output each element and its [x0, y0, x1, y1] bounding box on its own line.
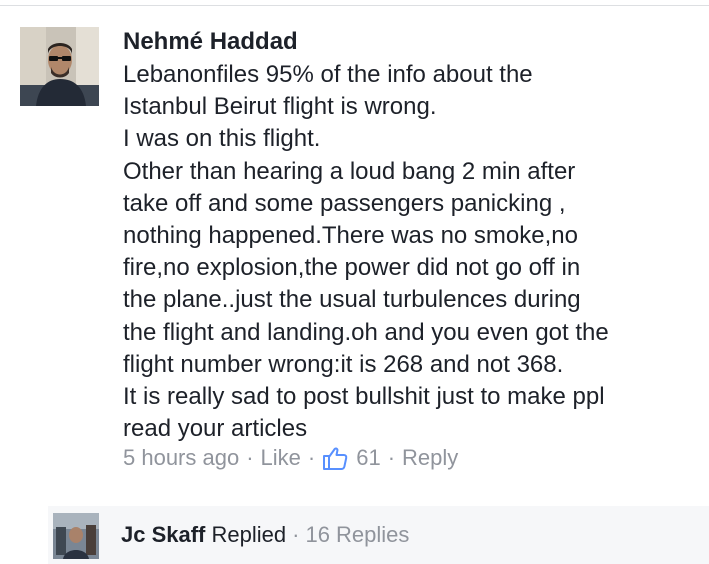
replies-count-link[interactable]: 16 Replies [305, 522, 409, 547]
comment-text-line: It is really sad to post bullshit just t… [123, 383, 605, 411]
like-button[interactable]: Like [261, 445, 301, 471]
comment-text-line: flight number wrong:it is 268 and not 36… [123, 350, 564, 378]
replier-avatar-image [53, 513, 99, 559]
separator-dot: · [387, 445, 396, 470]
commenter-avatar-image [20, 27, 99, 106]
replies-summary-text[interactable]: Jc Skaff Replied · 16 Replies [121, 522, 409, 548]
like-count[interactable]: 61 [356, 445, 380, 471]
separator-dot: · [307, 445, 316, 470]
comment-timestamp[interactable]: 5 hours ago [123, 445, 239, 471]
comment-text-line: I was on this flight. [123, 125, 321, 153]
top-divider [0, 0, 709, 6]
comment-author-name[interactable]: Nehmé Haddad [123, 25, 709, 59]
commenter-avatar[interactable] [20, 27, 99, 106]
comment-text-line: nothing happened.There was no smoke,no [123, 222, 578, 250]
comment-text-line: the plane..just the usual turbulences du… [123, 286, 581, 314]
comment-text-line: the flight and landing.oh and you even g… [123, 318, 609, 346]
reply-button[interactable]: Reply [402, 445, 458, 471]
comment-text-line: Other than hearing a loud bang 2 min aft… [123, 157, 576, 185]
comment-text-line: Lebanonfiles 95% of the info about the [123, 61, 533, 88]
comment-text-line: read your articles [123, 415, 308, 443]
comment-text-line: Istanbul Beirut flight is wrong. [123, 93, 437, 121]
separator-dot: · [292, 522, 300, 547]
comment-text-line: take off and some passengers panicking , [123, 189, 566, 217]
comment-meta-bar: 5 hours ago · Like · 61 · Reply [123, 445, 458, 471]
separator-dot: · [246, 445, 254, 470]
replier-avatar[interactable] [53, 513, 99, 559]
comment-body: Nehmé Haddad Lebanonfiles 95% of the inf… [123, 25, 709, 445]
replier-name[interactable]: Jc Skaff [121, 522, 205, 547]
comment-text-line: fire,no explosion,the power did not go o… [123, 254, 581, 282]
replied-label: Replied [211, 522, 287, 547]
thumbs-up-icon[interactable] [322, 446, 348, 470]
replies-summary-row[interactable]: Jc Skaff Replied · 16 Replies [48, 506, 709, 564]
